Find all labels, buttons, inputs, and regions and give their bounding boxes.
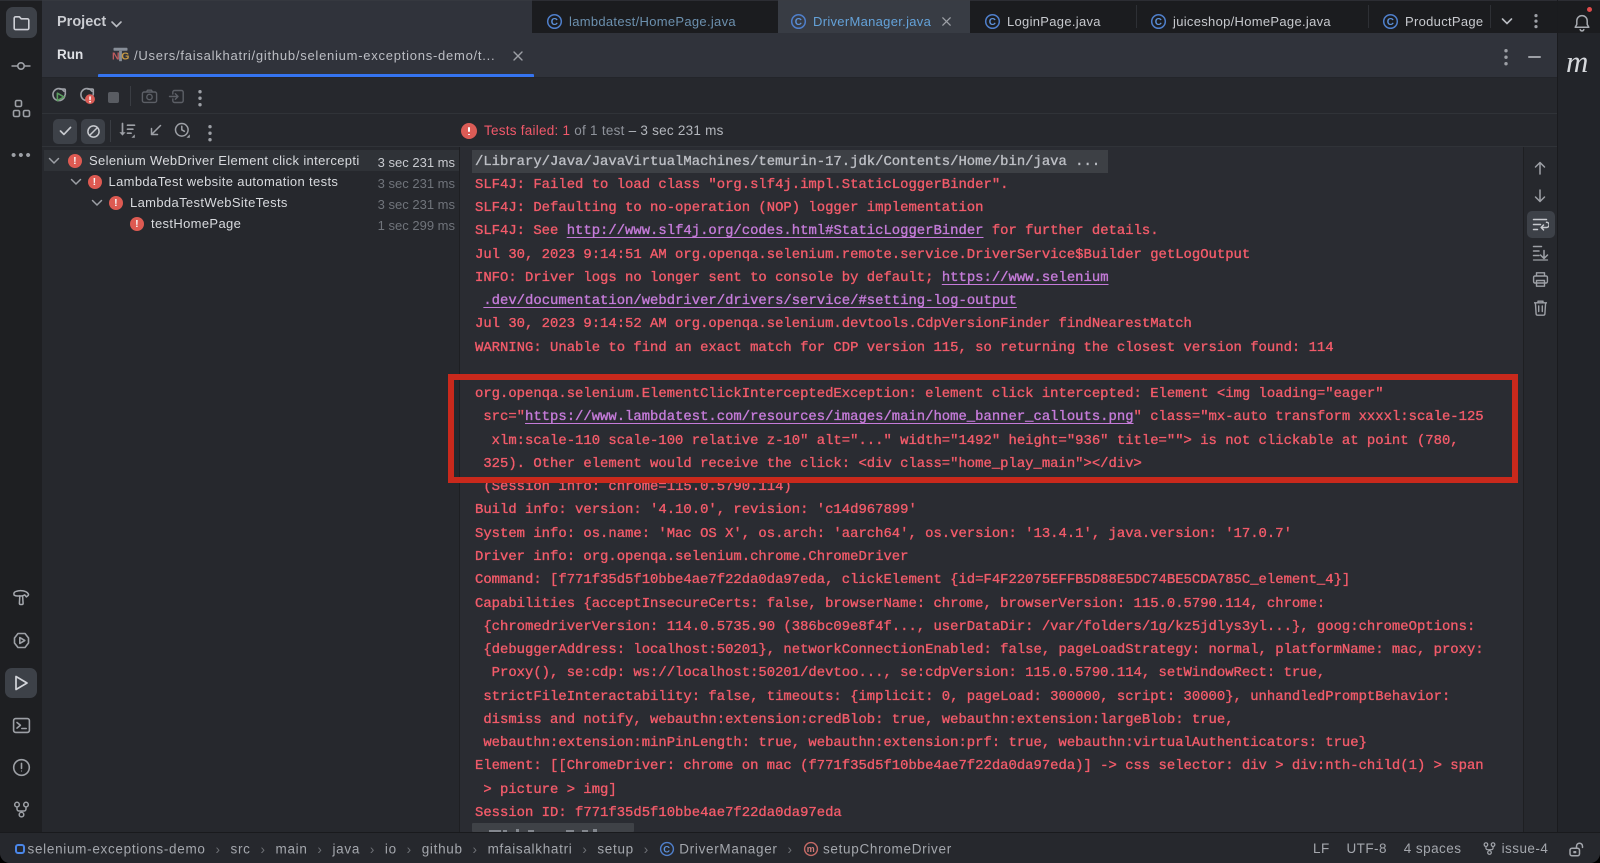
svg-text:C: C	[551, 17, 559, 28]
svg-text:C: C	[663, 843, 670, 854]
svg-text:m: m	[806, 844, 815, 854]
svg-text:C: C	[795, 17, 803, 28]
svg-text:C: C	[1155, 17, 1163, 28]
svg-text:C: C	[1387, 17, 1395, 28]
svg-text:N: N	[112, 51, 120, 63]
svg-text:C: C	[989, 17, 997, 28]
svg-text:G: G	[121, 51, 129, 63]
